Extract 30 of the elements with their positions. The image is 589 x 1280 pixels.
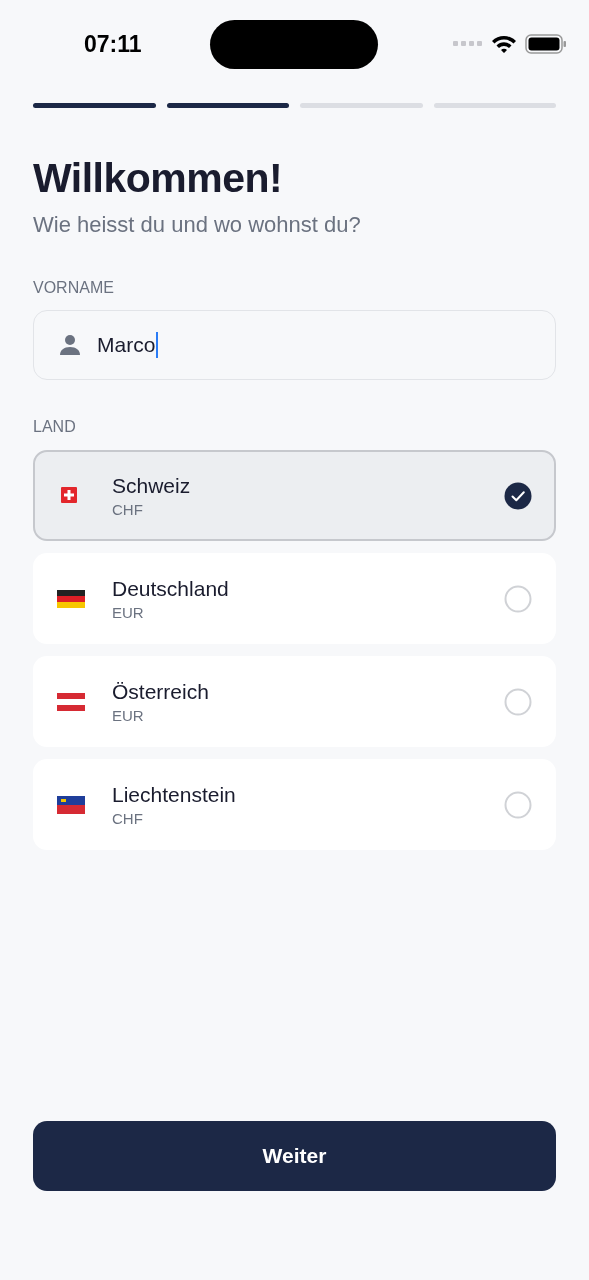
signal-icon [453, 41, 483, 47]
radio-checked-icon[interactable] [504, 481, 532, 510]
country-option[interactable]: Österreich EUR [33, 656, 556, 747]
flag-icon [57, 587, 85, 610]
flag-icon [57, 690, 85, 713]
country-name: Liechtenstein [112, 782, 237, 808]
country-name: Deutschland [112, 576, 230, 602]
page-subtitle: Wie heisst du und wo wohnst du? [33, 212, 362, 238]
country-name: Österreich [112, 679, 210, 705]
section-label: LAND [33, 417, 77, 437]
currency-code: CHF [112, 501, 144, 518]
continue-button[interactable]: Weiter [33, 1121, 556, 1191]
field-label: VORNAME [33, 278, 115, 298]
country-name: Schweiz [112, 473, 192, 499]
battery-icon [525, 34, 567, 54]
currency-code: CHF [112, 810, 144, 827]
page-title: Willkommen! [33, 154, 284, 203]
radio-button[interactable] [504, 584, 532, 613]
currency-code: EUR [112, 707, 145, 724]
country-option[interactable]: Liechtenstein CHF [33, 759, 556, 850]
country-option[interactable]: Schweiz CHF [33, 450, 556, 541]
country-option[interactable]: Deutschland EUR [33, 553, 556, 644]
status-time: 07:11 [84, 30, 143, 58]
radio-button[interactable] [504, 790, 532, 819]
name-field[interactable]: Marco [33, 310, 556, 380]
person-icon [59, 334, 81, 356]
wifi-icon [491, 34, 517, 54]
radio-button[interactable] [504, 687, 532, 716]
flag-icon [57, 793, 85, 816]
currency-code: EUR [112, 604, 145, 621]
